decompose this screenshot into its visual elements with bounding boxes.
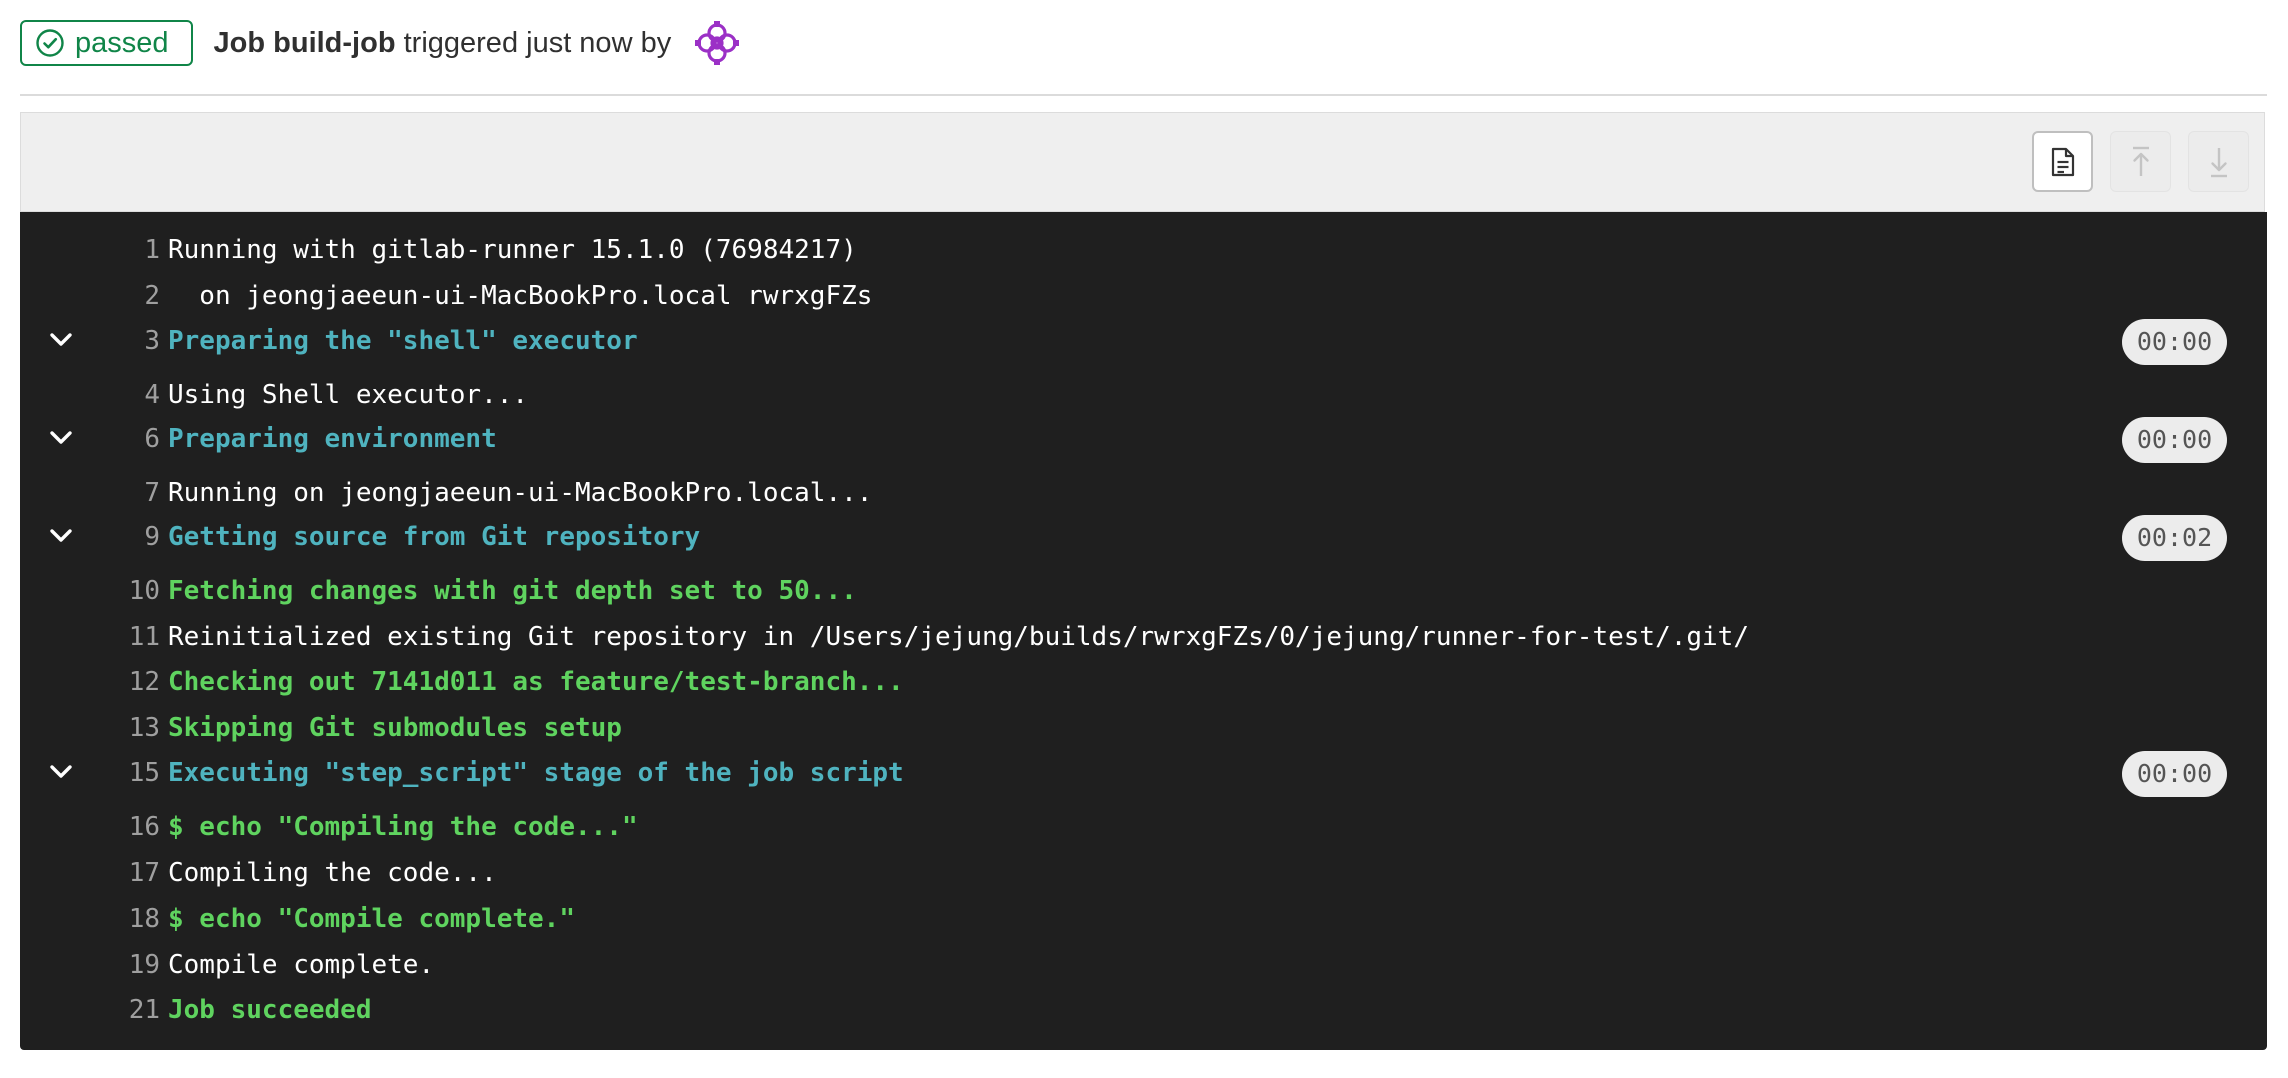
line-number[interactable]: 10 <box>90 571 160 611</box>
status-badge[interactable]: passed <box>20 20 193 66</box>
job-title: Job build-job triggered just now by <box>214 27 672 60</box>
log-line: 18 $ echo "Compile complete." <box>20 899 2267 939</box>
section-duration-badge: 00:00 <box>2122 751 2227 797</box>
line-text: Reinitialized existing Git repository in… <box>168 622 1749 652</box>
triggered-text: triggered just now by <box>403 26 672 59</box>
line-number[interactable]: 6 <box>90 419 160 459</box>
line-number[interactable]: 13 <box>90 708 160 748</box>
line-text: Compile complete. <box>168 950 435 980</box>
line-text: on jeongjaeeun-ui-MacBookPro.local rwrxg… <box>168 281 873 311</box>
log-line: 19 Compile complete. <box>20 945 2267 985</box>
section-title: Preparing the "shell" executor <box>168 326 638 356</box>
line-number[interactable]: 9 <box>90 517 160 557</box>
line-number[interactable]: 11 <box>90 617 160 657</box>
avatar[interactable] <box>693 19 742 67</box>
job-log: 1 Running with gitlab-runner 15.1.0 (769… <box>20 212 2267 1050</box>
log-line: 1 Running with gitlab-runner 15.1.0 (769… <box>20 230 2267 270</box>
line-number[interactable]: 12 <box>90 662 160 702</box>
line-number[interactable]: 4 <box>90 375 160 415</box>
line-number[interactable]: 18 <box>90 899 160 939</box>
job-log-toolbar <box>20 112 2265 212</box>
log-section-header[interactable]: 6 Preparing environment 00:00 <box>20 417 2267 463</box>
chevron-down-icon[interactable] <box>46 423 76 453</box>
section-title: Preparing environment <box>168 424 497 454</box>
line-text: Running with gitlab-runner 15.1.0 (76984… <box>168 235 857 265</box>
section-title: Executing "step_script" stage of the job… <box>168 758 904 788</box>
line-number[interactable]: 2 <box>90 276 160 316</box>
chevron-down-icon[interactable] <box>46 521 76 551</box>
log-line: 7 Running on jeongjaeeun-ui-MacBookPro.l… <box>20 473 2267 513</box>
line-text: Job succeeded <box>168 995 372 1025</box>
line-number[interactable]: 7 <box>90 473 160 513</box>
section-title: Getting source from Git repository <box>168 522 701 552</box>
line-text: Fetching changes with git depth set to 5… <box>168 576 857 606</box>
show-raw-button[interactable] <box>2032 131 2093 192</box>
log-line: 2 on jeongjaeeun-ui-MacBookPro.local rwr… <box>20 276 2267 316</box>
section-duration-badge: 00:00 <box>2122 417 2227 463</box>
line-text: $ echo "Compile complete." <box>168 904 575 934</box>
status-label: passed <box>75 26 169 59</box>
line-number[interactable]: 17 <box>90 853 160 893</box>
log-line: 16 $ echo "Compiling the code..." <box>20 807 2267 847</box>
job-name[interactable]: build-job <box>273 27 395 59</box>
chevron-down-icon[interactable] <box>46 757 76 787</box>
log-line: 11 Reinitialized existing Git repository… <box>20 617 2267 657</box>
line-number[interactable]: 19 <box>90 945 160 985</box>
header-divider <box>20 94 2267 96</box>
log-section-header[interactable]: 15 Executing "step_script" stage of the … <box>20 751 2267 797</box>
file-lines-icon <box>2051 147 2074 176</box>
line-text: Running on jeongjaeeun-ui-MacBookPro.loc… <box>168 478 873 508</box>
scroll-to-top-icon <box>2132 146 2149 176</box>
line-number[interactable]: 21 <box>90 990 160 1030</box>
log-section-header[interactable]: 9 Getting source from Git repository 00:… <box>20 515 2267 561</box>
log-line: 13 Skipping Git submodules setup <box>20 708 2267 748</box>
line-number[interactable]: 15 <box>90 753 160 793</box>
line-text: $ echo "Compiling the code..." <box>168 812 638 842</box>
scroll-to-bottom-button[interactable] <box>2188 131 2249 192</box>
scroll-to-bottom-icon <box>2210 147 2227 177</box>
section-duration-badge: 00:00 <box>2122 319 2227 365</box>
line-text: Using Shell executor... <box>168 380 529 410</box>
job-header: passed Job build-job triggered just now … <box>20 18 742 68</box>
line-text: Checking out 7141d011 as feature/test-br… <box>168 667 904 697</box>
log-line: 17 Compiling the code... <box>20 853 2267 893</box>
scroll-to-top-button[interactable] <box>2110 131 2171 192</box>
section-duration-badge: 00:02 <box>2122 515 2227 561</box>
line-text: Compiling the code... <box>168 858 497 888</box>
line-number[interactable]: 3 <box>90 321 160 361</box>
log-line: 12 Checking out 7141d011 as feature/test… <box>20 662 2267 702</box>
log-section-header[interactable]: 3 Preparing the "shell" executor 00:00 <box>20 319 2267 365</box>
line-text: Skipping Git submodules setup <box>168 713 622 743</box>
line-number[interactable]: 1 <box>90 230 160 270</box>
chevron-down-icon[interactable] <box>46 325 76 355</box>
check-circle-icon <box>36 29 64 57</box>
job-prefix: Job <box>213 26 266 59</box>
line-number[interactable]: 16 <box>90 807 160 847</box>
log-line: 21 Job succeeded <box>20 990 2267 1030</box>
log-line: 4 Using Shell executor... <box>20 375 2267 415</box>
log-line: 10 Fetching changes with git depth set t… <box>20 571 2267 611</box>
